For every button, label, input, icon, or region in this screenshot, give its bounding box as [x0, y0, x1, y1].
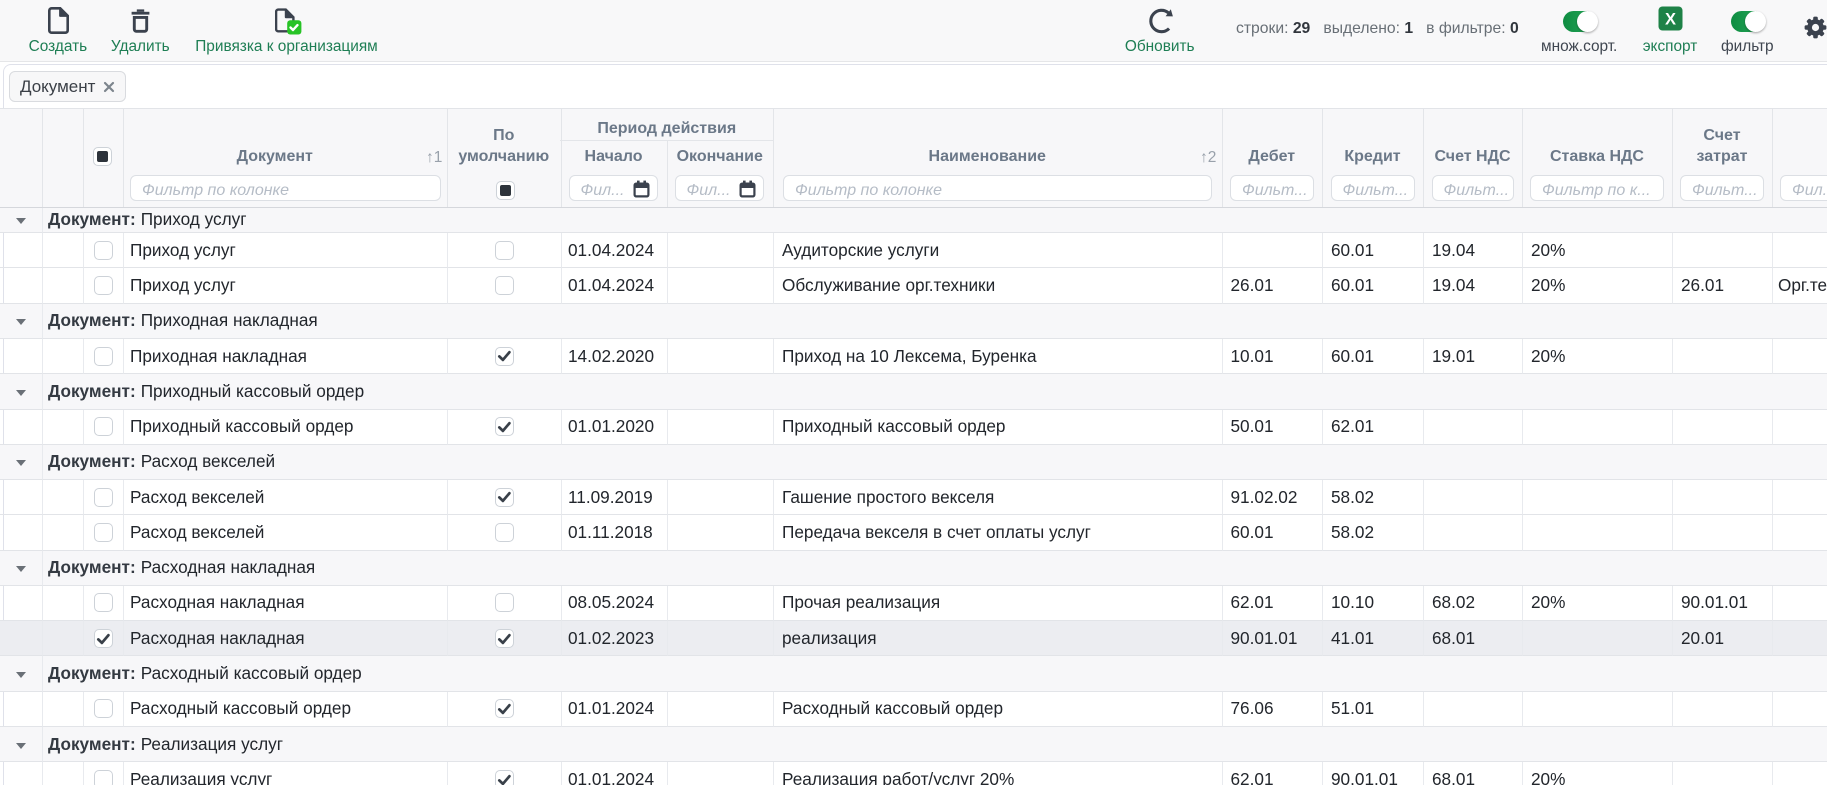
- svg-text:X: X: [1664, 11, 1675, 29]
